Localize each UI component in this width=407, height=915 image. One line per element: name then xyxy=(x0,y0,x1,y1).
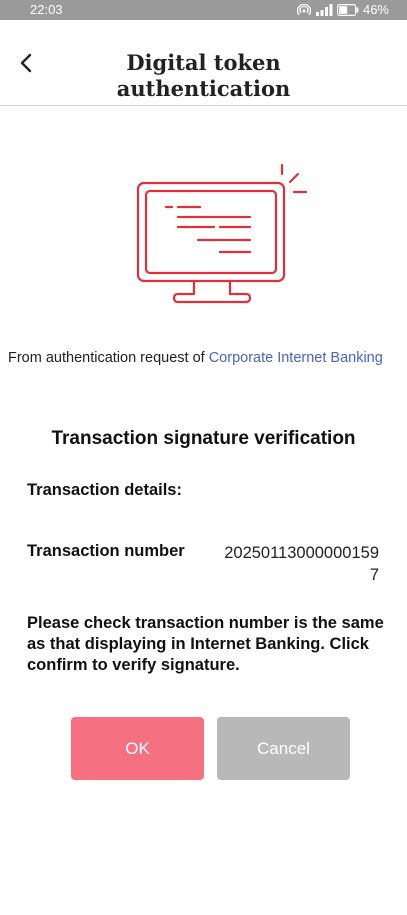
transaction-number-value: 202501130000001597 xyxy=(224,544,379,584)
back-button[interactable] xyxy=(14,50,38,80)
app-header: Digital token authentication xyxy=(0,20,407,106)
status-time: 22:03 xyxy=(30,2,63,17)
status-bar: 22:03 46% xyxy=(0,0,407,20)
battery-icon xyxy=(336,3,359,16)
request-prefix: From authentication request of xyxy=(8,350,209,366)
request-source-text: From authentication request of Corporate… xyxy=(8,349,400,368)
hotspot-icon xyxy=(296,3,311,16)
ok-button[interactable]: OK xyxy=(71,717,204,780)
chevron-left-icon xyxy=(19,52,33,79)
cancel-button[interactable]: Cancel xyxy=(217,717,350,780)
transaction-number-label: Transaction number xyxy=(27,542,185,560)
status-icons: 46% xyxy=(296,2,389,17)
transaction-details-label: Transaction details: xyxy=(27,481,182,499)
battery-percent: 46% xyxy=(362,2,389,17)
verification-notice: Please check transaction number is the s… xyxy=(27,614,384,674)
signal-icon xyxy=(315,3,333,16)
section-heading: Transaction signature verification xyxy=(51,428,356,449)
corporate-banking-link[interactable]: Corporate Internet Banking xyxy=(209,350,383,366)
page-title: Digital token authentication xyxy=(116,50,291,101)
monitor-document-icon xyxy=(128,160,318,310)
